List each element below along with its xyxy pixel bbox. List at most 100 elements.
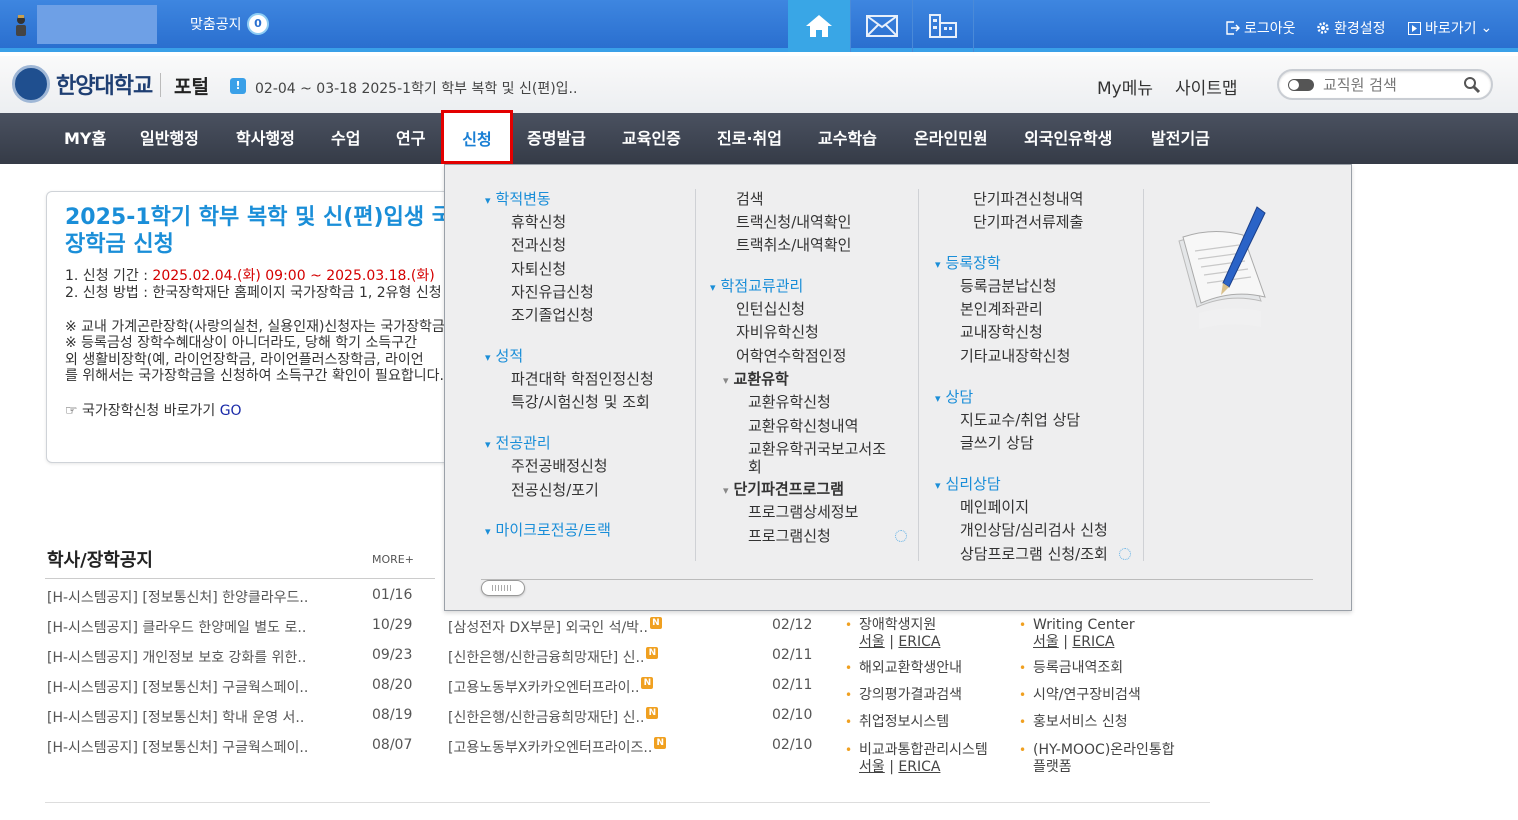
user-name[interactable] — [37, 5, 157, 44]
menu-item-account[interactable]: 본인계좌관리 — [960, 300, 1043, 318]
quick-link-lecture-eval[interactable]: 강의평가결과검색 — [845, 687, 962, 704]
menu-item-withdraw[interactable]: 자퇴신청 — [511, 260, 566, 278]
nav-certificates[interactable]: 증명발급 — [527, 113, 586, 164]
more-arrow-icon[interactable] — [1119, 548, 1131, 560]
menu-item-personal[interactable]: 개인상담/심리검사 신청 — [960, 521, 1108, 539]
campus-erica-link[interactable]: ERICA — [898, 634, 940, 650]
menu-group-academic-change[interactable]: 학적변동 — [485, 190, 551, 210]
menu-group-scholarship[interactable]: 등록장학 — [935, 254, 1001, 274]
logout-link[interactable]: 로그아웃 — [1226, 18, 1296, 38]
menu-group-counsel[interactable]: 상담 — [935, 388, 974, 408]
notice-row-title[interactable]: [H-시스템공지] [정보통신처] 학내 운영 서.. — [47, 707, 304, 727]
nav-development[interactable]: 발전기금 — [1151, 113, 1210, 164]
staff-search-input[interactable] — [1323, 75, 1463, 95]
scholarship-go-link[interactable]: GO — [220, 403, 242, 419]
home-button[interactable] — [788, 0, 850, 52]
notice-row-title[interactable]: [H-시스템공지] [정보통신처] 한양클라우드.. — [47, 587, 308, 607]
campus-seoul-link[interactable]: 서울 — [859, 759, 885, 775]
quick-link-tuition[interactable]: 등록금내역조회 — [1019, 660, 1123, 677]
user-icon[interactable] — [14, 14, 28, 36]
menu-item-short-history[interactable]: 단기파견신청내역 — [973, 190, 1083, 208]
menu-item-major-apply[interactable]: 전공신청/포기 — [511, 481, 599, 499]
notice-card-title[interactable]: 2025-1학기 학부 복학 및 신(편)입생 국가장학금 신청 — [65, 204, 485, 258]
menu-item-special-exam[interactable]: 특강/시험신청 및 조회 — [511, 393, 650, 411]
nav-my-home[interactable]: MY홈 — [64, 113, 106, 164]
dropdown-scroll-handle[interactable] — [481, 580, 525, 596]
menu-item-track-apply[interactable]: 트랙신청/내역확인 — [736, 213, 851, 231]
notice-row-title[interactable]: [H-시스템공지] [정보통신처] 구글웍스페이.. — [47, 677, 308, 697]
nav-academic-admin[interactable]: 학사행정 — [236, 113, 295, 164]
menu-item-writing-counsel[interactable]: 글쓰기 상담 — [960, 434, 1034, 452]
menu-item-exchange-history[interactable]: 교환유학신청내역 — [748, 417, 858, 435]
nav-research[interactable]: 연구 — [396, 113, 425, 164]
more-arrow-icon[interactable] — [895, 530, 907, 542]
menu-item-exchange-report[interactable]: 교환유학귀국보고서조회 — [748, 440, 893, 476]
quick-link-exchange[interactable]: 해외교환학생안내 — [845, 660, 962, 677]
quick-link-pr[interactable]: 홍보서비스 신청 — [1019, 714, 1128, 731]
custom-notice-link[interactable]: 맞춤공지 — [190, 14, 242, 34]
nav-teaching[interactable]: 교수학습 — [818, 113, 877, 164]
menu-item-lang-credit[interactable]: 어학연수학점인정 — [736, 347, 846, 365]
job-row-title[interactable]: [신한은행/신한금융희망재단] 신.. N — [448, 707, 659, 727]
campus-seoul-link[interactable]: 서울 — [1033, 634, 1059, 650]
job-row-title[interactable]: [신한은행/신한금융희망재단] 신.. N — [448, 647, 659, 667]
menu-group-psych[interactable]: 심리상담 — [935, 475, 1001, 495]
menu-item-dispatch-credit[interactable]: 파견대학 학점인정신청 — [511, 370, 654, 388]
menu-item-transfer[interactable]: 전과신청 — [511, 236, 566, 254]
menu-item-search[interactable]: 검색 — [736, 190, 764, 208]
nav-online-civil[interactable]: 온라인민원 — [914, 113, 988, 164]
notice-count-badge[interactable]: 0 — [247, 13, 269, 35]
settings-link[interactable]: 환경설정 — [1316, 18, 1386, 38]
nav-apply[interactable]: 신청 — [441, 110, 513, 164]
menu-group-credit-exchange[interactable]: 학점교류관리 — [710, 277, 804, 297]
job-row-title[interactable]: [고용노동부X카카오엔터프라이.. N — [448, 677, 654, 697]
quick-link-job-info[interactable]: 취업정보시스템 — [845, 714, 949, 731]
menu-item-major-assign[interactable]: 주전공배정신청 — [511, 457, 608, 475]
menu-item-other-scholar[interactable]: 기타교내장학신청 — [960, 347, 1070, 365]
menu-group-micro-major[interactable]: 마이크로전공/트랙 — [485, 521, 611, 541]
menu-item-program-detail[interactable]: 프로그램상세정보 — [748, 503, 858, 521]
menu-item-self-paid[interactable]: 자진유급신청 — [511, 283, 594, 301]
my-menu-link[interactable]: My메뉴 — [1097, 74, 1153, 99]
campus-erica-link[interactable]: ERICA — [1072, 634, 1114, 650]
menu-item-internal-scholar[interactable]: 교내장학신청 — [960, 323, 1043, 341]
notice-ticker[interactable]: 02-04 ~ 03-18 2025-1학기 학부 복학 및 신(편)입.. — [255, 78, 577, 98]
notice-row-title[interactable]: [H-시스템공지] 개인정보 보호 강화를 위한.. — [47, 647, 306, 667]
menu-item-intern[interactable]: 인턴십신청 — [736, 300, 805, 318]
nav-intl-students[interactable]: 외국인유학생 — [1024, 113, 1112, 164]
menu-item-exchange-apply[interactable]: 교환유학신청 — [748, 393, 831, 411]
dropdown-scroll-track[interactable] — [481, 579, 1313, 587]
nav-career[interactable]: 진로·취업 — [717, 113, 782, 164]
menu-item-advisor[interactable]: 지도교수/취업 상담 — [960, 411, 1080, 429]
menu-subgroup-exchange[interactable]: 교환유학 — [723, 370, 789, 390]
campus-erica-link[interactable]: ERICA — [898, 759, 940, 775]
quick-link-mooc[interactable]: (HY-MOOC)온라인통합 플랫폼 — [1019, 742, 1175, 776]
search-icon[interactable] — [1463, 76, 1481, 94]
sitemap-link[interactable]: 사이트맵 — [1175, 74, 1238, 99]
menu-group-major-mgmt[interactable]: 전공관리 — [485, 434, 551, 454]
job-row-title[interactable]: [삼성전자 DX부문] 외국인 석/박.. N — [448, 617, 662, 637]
search-toggle[interactable] — [1288, 79, 1314, 91]
campus-seoul-link[interactable]: 서울 — [859, 634, 885, 650]
menu-item-short-docs[interactable]: 단기파견서류제출 — [973, 213, 1083, 231]
mail-button[interactable] — [850, 0, 912, 52]
menu-item-main-page[interactable]: 메인페이지 — [960, 498, 1029, 516]
nav-general-admin[interactable]: 일반행정 — [140, 113, 199, 164]
nav-edu-cert[interactable]: 교육인증 — [622, 113, 681, 164]
menu-item-self-study[interactable]: 자비유학신청 — [736, 323, 819, 341]
menu-item-installment[interactable]: 등록금분납신청 — [960, 277, 1057, 295]
notice-more-link[interactable]: MORE+ — [372, 553, 414, 566]
menu-group-grades[interactable]: 성적 — [485, 347, 524, 367]
university-logo[interactable]: 한양대학교 — [12, 65, 153, 103]
menu-item-track-cancel[interactable]: 트랙취소/내역확인 — [736, 236, 851, 254]
menu-item-program-apply[interactable]: 프로그램신청 — [748, 527, 831, 545]
notice-row-title[interactable]: [H-시스템공지] [정보통신처] 구글웍스페이.. — [47, 737, 308, 757]
menu-subgroup-short-program[interactable]: 단기파견프로그램 — [723, 480, 844, 500]
job-row-title[interactable]: [고용노동부X카카오엔터프라이즈.. N — [448, 737, 667, 757]
goto-dropdown[interactable]: 바로가기 ⌄ — [1408, 18, 1492, 38]
notice-row-title[interactable]: [H-시스템공지] 클라우드 한양메일 별도 로.. — [47, 617, 306, 637]
org-chart-button[interactable] — [912, 0, 974, 52]
nav-classes[interactable]: 수업 — [331, 113, 360, 164]
quick-link-reagent[interactable]: 시약/연구장비검색 — [1019, 687, 1141, 704]
menu-item-leave[interactable]: 휴학신청 — [511, 213, 566, 231]
